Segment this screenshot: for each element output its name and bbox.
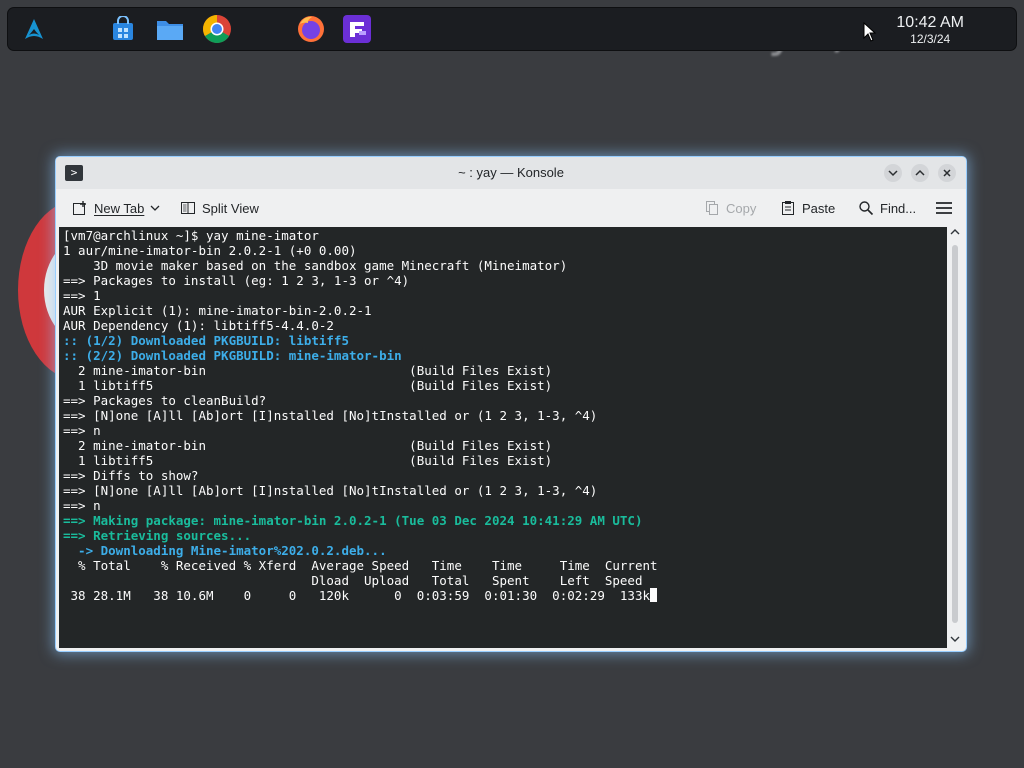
- terminal-line-text: ==> Packages to cleanBuild?: [63, 393, 267, 408]
- terminal-line-text: ==> Retrieving sources...: [63, 528, 252, 543]
- terminal-line: 1 libtiff5 (Build Files Exist): [63, 453, 658, 468]
- terminal-line-text: 2 mine-imator-bin (Build Files Exist): [63, 363, 553, 378]
- copy-button[interactable]: Copy: [704, 199, 756, 217]
- terminal-line: AUR Explicit (1): mine-imator-bin-2.0.2-…: [63, 303, 658, 318]
- terminal-line-text: ==> 1: [63, 288, 101, 303]
- terminal-line-text: ==> [N]one [A]ll [Ab]ort [I]nstalled [No…: [63, 408, 598, 423]
- terminal-line-text: 2 mine-imator-bin (Build Files Exist): [63, 438, 553, 453]
- clock-time: 10:42 AM: [896, 14, 964, 31]
- terminal-line-text: 3D movie maker based on the sandbox game…: [63, 258, 568, 273]
- copy-label: Copy: [726, 200, 757, 216]
- terminal-line-text: 38 28.1M 38 10.6M 0 0 120k 0 0:03:59 0:0…: [63, 588, 650, 603]
- terminal-line-text: AUR Explicit (1): mine-imator-bin-2.0.2-…: [63, 303, 372, 318]
- terminal-line-text: ==> n: [63, 498, 101, 513]
- terminal-output[interactable]: [vm7@archlinux ~]$ yay mine-imator 1 aur/…: [59, 227, 947, 648]
- terminal-line-text: ==> n: [63, 423, 101, 438]
- terminal-line: 1 aur/mine-imator-bin 2.0.2-1 (+0 0.00): [63, 243, 658, 258]
- purple-app-icon[interactable]: [341, 13, 373, 45]
- chevron-up-icon: [915, 169, 925, 176]
- terminal-line: [vm7@archlinux ~]$ yay mine-imator: [63, 228, 658, 243]
- terminal-line-text: ==> Making package: mine-imator-bin 2.0.…: [63, 513, 643, 528]
- terminal-line: ==> Diffs to show?: [63, 468, 658, 483]
- terminal-line: % Total % Received % Xferd Average Speed…: [63, 558, 658, 573]
- new-tab-icon: [73, 201, 86, 215]
- terminal-line: ==> Making package: mine-imator-bin 2.0.…: [63, 513, 658, 528]
- terminal-line-text: % Total % Received % Xferd Average Speed…: [63, 558, 658, 573]
- split-view-label: Split View: [202, 200, 259, 216]
- scrollbar-track[interactable]: [952, 245, 958, 623]
- chevron-down-icon[interactable]: [150, 203, 160, 213]
- terminal-line-text: 1 aur/mine-imator-bin 2.0.2-1 (+0 0.00): [63, 243, 357, 258]
- terminal-line: 2 mine-imator-bin (Build Files Exist): [63, 438, 658, 453]
- taskbar: 10:42 AM 12/3/24: [8, 8, 1016, 50]
- maximize-button[interactable]: [911, 164, 929, 182]
- window-titlebar[interactable]: > ~ : yay — Konsole: [56, 157, 966, 189]
- terminal-line: Dload Upload Total Spent Left Speed: [63, 573, 658, 588]
- terminal-line-text: ==> Diffs to show?: [63, 468, 199, 483]
- terminal-line: ==> n: [63, 423, 658, 438]
- terminal-line: ==> n: [63, 498, 658, 513]
- terminal-line: ==> Packages to install (eg: 1 2 3, 1-3 …: [63, 273, 658, 288]
- terminal-line: 3D movie maker based on the sandbox game…: [63, 258, 658, 273]
- paste-label: Paste: [802, 200, 836, 216]
- terminal-line: AUR Dependency (1): libtiff5-4.4.0-2: [63, 318, 658, 333]
- terminal-line: ==> [N]one [A]ll [Ab]ort [I]nstalled [No…: [63, 483, 658, 498]
- mouse-cursor-icon: [854, 16, 886, 48]
- terminal-line-text: 1 libtiff5 (Build Files Exist): [63, 378, 553, 393]
- search-icon: [859, 201, 874, 216]
- split-view-icon: [181, 202, 195, 214]
- terminal-line: -> Downloading Mine-imator%202.0.2.deb..…: [63, 543, 658, 558]
- terminal-line: 2 mine-imator-bin (Build Files Exist): [63, 363, 658, 378]
- konsole-window: > ~ : yay — Konsole New Tab Split View C…: [56, 157, 966, 651]
- new-tab-button[interactable]: New Tab: [72, 199, 160, 217]
- chrome-icon[interactable]: [201, 13, 233, 45]
- split-view-button[interactable]: Split View: [180, 199, 259, 217]
- terminal-line-text: ==> [N]one [A]ll [Ab]ort [I]nstalled [No…: [63, 483, 598, 498]
- find-label: Find...: [880, 200, 917, 216]
- scroll-up-icon[interactable]: [947, 227, 963, 241]
- terminal-line-text: AUR Dependency (1): libtiff5-4.4.0-2: [63, 318, 334, 333]
- terminal-line-text: 1 libtiff5 (Build Files Exist): [63, 453, 553, 468]
- close-button[interactable]: [938, 164, 956, 182]
- terminal-lines: [vm7@archlinux ~]$ yay mine-imator 1 aur/…: [63, 228, 658, 603]
- terminal-cursor: [650, 588, 657, 602]
- arch-logo-icon[interactable]: [18, 13, 50, 45]
- paste-button[interactable]: Paste: [780, 199, 835, 217]
- clock-date: 12/3/24: [910, 32, 951, 46]
- terminal-line: 1 libtiff5 (Build Files Exist): [63, 378, 658, 393]
- terminal-line: ==> Retrieving sources...: [63, 528, 658, 543]
- chevron-down-icon: [888, 170, 898, 177]
- terminal-line: 38 28.1M 38 10.6M 0 0 120k 0 0:03:59 0:0…: [63, 588, 658, 603]
- find-button[interactable]: Find...: [858, 199, 916, 217]
- terminal-line: ==> 1: [63, 288, 658, 303]
- terminal-line: ==> Packages to cleanBuild?: [63, 393, 658, 408]
- hamburger-menu-icon: [936, 202, 952, 214]
- system-clock[interactable]: 10:42 AM 12/3/24: [896, 14, 964, 46]
- terminal-line-text: -> Downloading Mine-imator%202.0.2.deb..…: [63, 543, 387, 558]
- terminal-line-text: [vm7@archlinux ~]$ yay mine-imator: [63, 228, 319, 243]
- terminal-line: :: (1/2) Downloaded PKGBUILD: libtiff5: [63, 333, 658, 348]
- folder-icon[interactable]: [154, 13, 186, 45]
- store-bag-icon[interactable]: [107, 13, 139, 45]
- new-tab-label: New Tab: [94, 200, 145, 216]
- terminal-scrollbar[interactable]: [947, 227, 963, 648]
- terminal-line-text: ==> Packages to install (eg: 1 2 3, 1-3 …: [63, 273, 410, 288]
- terminal-line-text: :: (1/2) Downloaded PKGBUILD: libtiff5: [63, 333, 349, 348]
- close-icon: [943, 169, 951, 177]
- terminal-line-text: Dload Upload Total Spent Left Speed: [63, 573, 643, 588]
- hamburger-menu-button[interactable]: [935, 199, 953, 217]
- window-title: ~ : yay — Konsole: [458, 165, 564, 180]
- paste-icon: [782, 201, 794, 215]
- firefox-icon[interactable]: [295, 13, 327, 45]
- copy-icon: [706, 201, 718, 215]
- scroll-down-icon[interactable]: [947, 634, 963, 648]
- terminal-line-text: :: (2/2) Downloaded PKGBUILD: mine-imato…: [63, 348, 402, 363]
- terminal-line: ==> [N]one [A]ll [Ab]ort [I]nstalled [No…: [63, 408, 658, 423]
- terminal-line: :: (2/2) Downloaded PKGBUILD: mine-imato…: [63, 348, 658, 363]
- konsole-toolbar: New Tab Split View Copy Paste Find...: [56, 189, 966, 227]
- minimize-button[interactable]: [884, 164, 902, 182]
